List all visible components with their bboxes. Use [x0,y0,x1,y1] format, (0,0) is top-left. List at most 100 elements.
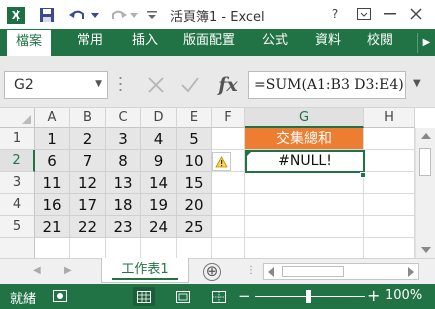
cell-a2[interactable]: 6 [35,150,70,172]
column-header-g[interactable]: G [245,108,364,128]
cell-a6[interactable] [35,238,70,258]
select-all-button[interactable] [0,108,35,128]
cell-c3[interactable]: 13 [106,172,141,194]
zoom-out-button[interactable]: − [238,287,251,305]
fill-handle[interactable] [360,172,366,178]
next-sheet-icon[interactable]: ▶ [64,265,72,276]
zoom-level[interactable]: 100% [385,288,422,303]
page-layout-view-icon[interactable] [172,287,194,306]
cell-e6[interactable] [177,238,212,258]
cell-b1[interactable]: 2 [70,128,106,150]
customize-toolbar-icon[interactable] [146,5,158,25]
cell-b6[interactable] [70,238,106,258]
undo-dropdown-icon[interactable] [90,5,100,25]
tab-split-handle[interactable]: ⋮ [246,265,256,276]
row-header-2[interactable]: 2 [0,150,35,172]
cell-e2[interactable]: 10 [177,150,212,172]
redo-icon[interactable] [110,5,128,25]
minimize-icon[interactable] [378,2,402,26]
cell-g2[interactable]: #NULL! [245,150,365,173]
cell-a4[interactable]: 16 [35,194,70,216]
tab-insert[interactable]: 插入 [132,29,158,56]
tab-review[interactable]: 校閱 [367,29,393,56]
page-break-preview-icon[interactable] [208,287,230,306]
cell-d2[interactable]: 9 [141,150,177,172]
hscroll-thumb[interactable] [282,266,344,277]
column-header-f[interactable]: F [212,108,245,128]
undo-icon[interactable] [67,5,87,25]
column-header-b[interactable]: B [70,108,106,128]
column-header-e[interactable]: E [177,108,212,128]
help-button[interactable]: ? [323,2,347,26]
cell-e1[interactable]: 5 [177,128,212,150]
cell-f6[interactable] [212,238,245,258]
sheet-tab-active[interactable]: 工作表1 [101,258,189,283]
cell-g5[interactable] [245,216,364,238]
cell-h1[interactable] [364,128,415,150]
tab-data[interactable]: 資料 [315,29,341,56]
tab-home[interactable]: 常用 [77,29,103,56]
redo-dropdown-icon[interactable] [129,5,139,25]
cell-d4[interactable]: 19 [141,194,177,216]
tab-file[interactable]: 檔案 [7,30,52,56]
cell-h5[interactable] [364,216,415,238]
cell-c1[interactable]: 3 [106,128,141,150]
worksheet-grid[interactable]: A B C D E F G H 1 2 3 4 5 1 2 3 4 5 交集總和… [0,108,435,258]
scroll-left-icon[interactable] [268,267,274,277]
column-header-d[interactable]: D [141,108,177,128]
chevron-down-icon[interactable]: ▼ [95,79,102,89]
tab-page-layout[interactable]: 版面配置 [183,29,235,56]
row-header-4[interactable]: 4 [0,194,35,216]
scroll-up-icon[interactable] [421,133,431,139]
cell-e5[interactable]: 25 [177,216,212,238]
enter-icon[interactable] [175,71,205,99]
cell-a3[interactable]: 11 [35,172,70,194]
macro-record-icon[interactable] [53,290,67,302]
row-header-3[interactable]: 3 [0,172,35,194]
cell-b2[interactable]: 7 [70,150,106,172]
row-header-1[interactable]: 1 [0,128,35,150]
formula-input[interactable]: =SUM(A1:B3 D3:E4) [248,71,406,99]
save-icon[interactable] [38,5,56,25]
close-icon[interactable] [404,2,428,26]
cell-b5[interactable]: 22 [70,216,106,238]
zoom-in-button[interactable]: + [367,286,380,305]
cell-e3[interactable]: 15 [177,172,212,194]
add-sheet-button[interactable]: ⊕ [203,263,221,281]
scroll-thumb[interactable] [419,148,431,176]
row-header-6[interactable] [0,238,35,258]
cell-d3[interactable]: 14 [141,172,177,194]
cell-g6[interactable] [245,238,364,258]
ribbon-scroll-right-icon[interactable]: ▶ [417,33,435,53]
cell-c6[interactable] [106,238,141,258]
cell-b3[interactable]: 12 [70,172,106,194]
tab-formulas[interactable]: 公式 [262,29,288,56]
scroll-right-icon[interactable] [408,267,414,277]
scroll-down-icon[interactable] [421,247,431,253]
cell-d5[interactable]: 24 [141,216,177,238]
cell-h4[interactable] [364,194,415,216]
cell-d6[interactable] [141,238,177,258]
cancel-icon[interactable] [141,71,171,99]
normal-view-icon[interactable] [133,287,155,306]
name-box[interactable]: G2 ▼ [4,71,108,99]
cell-f4[interactable] [212,194,245,216]
cell-c5[interactable]: 23 [106,216,141,238]
cell-e4[interactable]: 20 [177,194,212,216]
cell-h2[interactable] [365,150,415,172]
formula-bar-grip[interactable] [119,75,122,93]
cell-f3[interactable] [212,172,245,194]
cell-f5[interactable] [212,216,245,238]
cell-f1[interactable] [212,128,245,150]
cell-h6[interactable] [364,238,415,258]
cell-a1[interactable]: 1 [35,128,70,150]
error-warning-icon[interactable] [212,152,231,171]
zoom-slider-thumb[interactable] [306,290,311,303]
excel-logo-icon[interactable]: X [7,7,25,24]
insert-function-button[interactable]: fx [213,71,243,99]
vertical-scrollbar[interactable] [415,128,435,258]
cell-g1[interactable]: 交集總和 [245,128,364,150]
cell-c4[interactable]: 18 [106,194,141,216]
ribbon-display-options-icon[interactable] [352,2,376,26]
horizontal-scrollbar[interactable] [263,263,419,280]
